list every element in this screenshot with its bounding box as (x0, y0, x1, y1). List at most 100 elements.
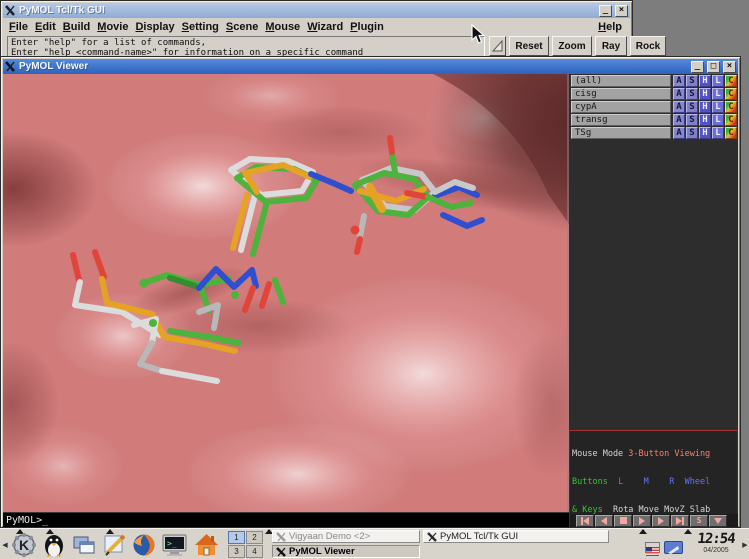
s-mode-button[interactable]: S (690, 515, 708, 527)
pager-desktop-4[interactable]: 4 (246, 545, 263, 558)
action-button[interactable]: A (673, 114, 685, 126)
penguin-icon (42, 532, 66, 558)
menu-help[interactable]: Help (598, 20, 624, 34)
x11-icon (5, 61, 16, 72)
mouse-mode-line: Mouse Mode 3-Button Viewing (572, 450, 737, 459)
show-button[interactable]: S (686, 127, 698, 139)
viewer-maximize-button[interactable]: □ (707, 61, 720, 73)
applet-handle-icon[interactable] (639, 529, 647, 534)
show-button[interactable]: S (686, 101, 698, 113)
object-name-transg[interactable]: transg (571, 114, 671, 126)
object-name-cypA[interactable]: cypA (571, 101, 671, 113)
gui-minimize-button[interactable]: _ (599, 5, 612, 17)
hide-button[interactable]: H (699, 75, 711, 87)
play-icon (638, 517, 646, 525)
skip-to-end-button[interactable] (671, 515, 689, 527)
menu-setting[interactable]: Setting (182, 20, 226, 34)
menu-file[interactable]: File (9, 20, 35, 34)
rock-button[interactable]: Rock (630, 36, 666, 56)
viewer-close-button[interactable]: × (723, 61, 736, 73)
command-prompt[interactable]: PyMOL>_ (3, 512, 569, 527)
step-back-button[interactable] (595, 515, 613, 527)
hide-button[interactable]: H (699, 88, 711, 100)
pager-desktop-2[interactable]: 2 (246, 531, 263, 544)
menu-movie[interactable]: Movie (97, 20, 135, 34)
menu-scene[interactable]: Scene (226, 20, 265, 34)
k-menu-button[interactable]: K (10, 531, 38, 558)
panel-hide-left-handle[interactable]: ◀ (1, 531, 9, 558)
panel-hide-right-handle[interactable]: ▶ (741, 531, 749, 558)
pager-desktop-1[interactable]: 1 (228, 531, 245, 544)
object-name-cisg[interactable]: cisg (571, 88, 671, 100)
clock-applet[interactable]: 12:54 04/2005 (691, 531, 741, 555)
viewer-titlebar[interactable]: PyMOL Viewer _ □ × (3, 59, 738, 74)
menu-edit[interactable]: Edit (35, 20, 63, 34)
color-button[interactable]: C (725, 88, 737, 100)
k-gear-icon: K (11, 532, 37, 558)
desktop-pager: 1 2 3 4 (228, 531, 264, 558)
object-row: TSg A S H L C (570, 127, 737, 140)
label-button[interactable]: L (712, 114, 724, 126)
x11-icon (427, 532, 437, 542)
menu-wizard[interactable]: Wizard (307, 20, 350, 34)
skip-to-start-button[interactable] (576, 515, 594, 527)
object-name-TSg[interactable]: TSg (571, 127, 671, 139)
gui-close-button[interactable]: × (615, 5, 628, 17)
firefox-launcher[interactable] (130, 531, 158, 558)
play-button[interactable] (633, 515, 651, 527)
stop-icon (620, 517, 627, 524)
keyboard-layout-tray-icon[interactable] (664, 541, 683, 554)
show-button[interactable]: S (686, 114, 698, 126)
menu-button[interactable] (709, 515, 727, 527)
color-button[interactable]: C (725, 114, 737, 126)
label-button[interactable]: L (712, 75, 724, 87)
show-button[interactable]: S (686, 88, 698, 100)
molecular-viewport[interactable] (3, 74, 569, 512)
action-button[interactable]: A (673, 127, 685, 139)
object-name-all[interactable]: (all) (571, 75, 671, 87)
us-flag-tray-icon[interactable] (645, 542, 660, 553)
feedback-output[interactable]: Enter "help" for a list of commands, Ent… (7, 36, 485, 58)
ray-button[interactable]: Ray (595, 36, 627, 56)
color-button[interactable]: C (725, 75, 737, 87)
viewer-body: PyMOL>_ (all) A S H L C cisg A S H L (3, 74, 738, 527)
step-back-icon (600, 517, 608, 525)
taskbar-window-viewer[interactable]: PyMOL Viewer (272, 545, 420, 558)
terminal-launcher[interactable]: >_ (160, 531, 188, 558)
label-button[interactable]: L (712, 88, 724, 100)
show-button[interactable]: S (686, 75, 698, 87)
action-button[interactable]: A (673, 75, 685, 87)
firefox-icon (131, 532, 157, 558)
taskbar-window-gui[interactable]: PyMOL Tcl/Tk GUI (423, 530, 609, 543)
reset-button[interactable]: Reset (509, 36, 549, 56)
window-list-launcher[interactable] (70, 531, 98, 558)
action-button[interactable]: A (673, 101, 685, 113)
stop-button[interactable] (614, 515, 632, 527)
object-row: transg A S H L C (570, 114, 737, 127)
action-button[interactable]: A (673, 88, 685, 100)
hide-button[interactable]: H (699, 101, 711, 113)
menu-display[interactable]: Display (135, 20, 181, 34)
menu-mouse[interactable]: Mouse (265, 20, 307, 34)
triangle-icon (492, 40, 503, 52)
step-forward-button[interactable] (652, 515, 670, 527)
hide-button[interactable]: H (699, 127, 711, 139)
zoom-button[interactable]: Zoom (552, 36, 592, 56)
menu-plugin[interactable]: Plugin (350, 20, 391, 34)
scroll-sash[interactable] (489, 36, 506, 56)
tux-launcher[interactable] (40, 531, 68, 558)
label-button[interactable]: L (712, 127, 724, 139)
notes-launcher[interactable] (100, 531, 128, 558)
gui-titlebar[interactable]: PyMOL Tcl/Tk GUI _ × (3, 3, 630, 18)
taskbar-window-vigyaan[interactable]: Vigyaan Demo <2> (272, 530, 420, 543)
color-button[interactable]: C (725, 101, 737, 113)
viewer-minimize-button[interactable]: _ (691, 61, 704, 73)
label-button[interactable]: L (712, 101, 724, 113)
home-launcher[interactable] (192, 531, 220, 558)
menu-build[interactable]: Build (63, 20, 98, 34)
hide-button[interactable]: H (699, 114, 711, 126)
pager-desktop-3[interactable]: 3 (228, 545, 245, 558)
color-button[interactable]: C (725, 127, 737, 139)
viewer-window-title: PyMOL Viewer (19, 61, 688, 72)
desktop: PyMOL Tcl/Tk GUI _ × File Edit Build Mov… (0, 0, 749, 559)
